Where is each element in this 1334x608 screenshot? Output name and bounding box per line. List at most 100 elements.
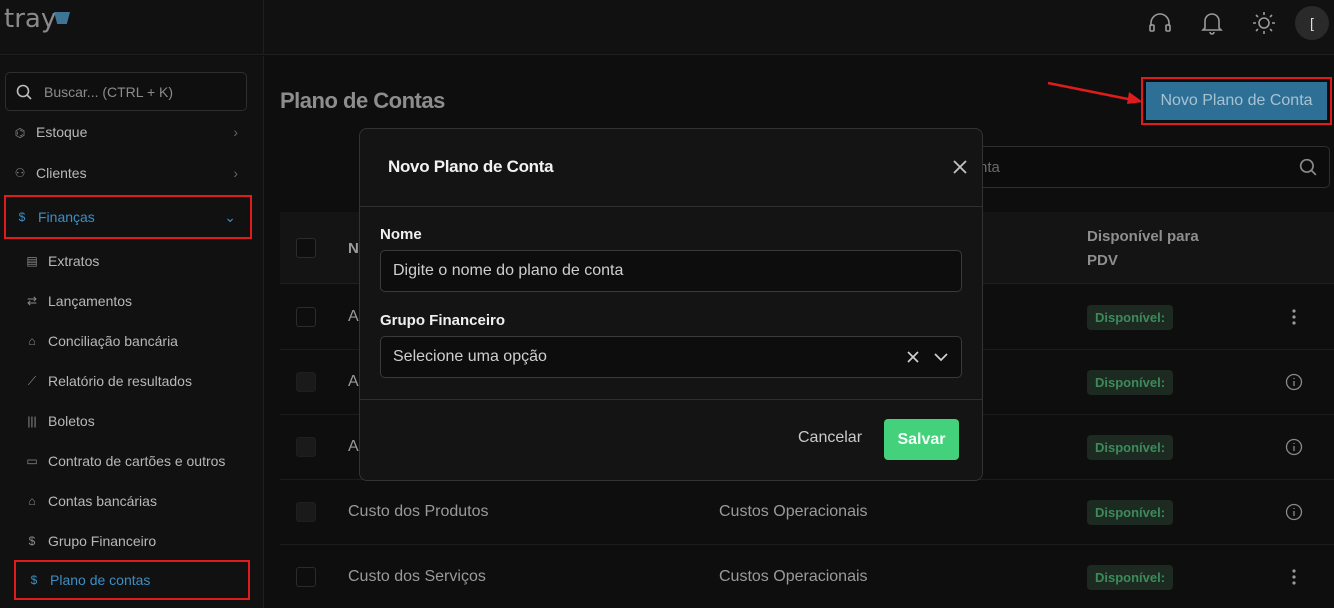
row-group: Custos Operacionais	[719, 503, 868, 520]
sidebar-item-label: Grupo Financeiro	[48, 533, 157, 549]
sidebar-item-label: Contas bancárias	[48, 493, 157, 509]
row-checkbox[interactable]	[296, 307, 316, 327]
row-name: Custo dos Produtos	[348, 503, 489, 520]
modal-divider	[360, 206, 982, 207]
bell-icon[interactable]	[1186, 0, 1238, 45]
modal-divider	[360, 399, 982, 400]
cart-icon	[54, 12, 70, 24]
table-row[interactable]: Custo dos Produtos Custos Operacionais D…	[280, 480, 1334, 545]
sidebar-item-financas[interactable]: $ Finanças ⌄	[4, 195, 252, 239]
sidebar-item-clientes[interactable]: ⚇ Clientes ›	[4, 153, 252, 193]
kebab-menu-icon[interactable]	[1284, 566, 1304, 588]
status-badge: Disponível:	[1087, 500, 1174, 525]
close-icon[interactable]	[952, 159, 968, 175]
card-icon: ▭	[26, 454, 38, 468]
headset-icon[interactable]	[1134, 0, 1186, 45]
name-field-label: Nome	[380, 226, 422, 243]
logo[interactable]: tray	[4, 4, 74, 40]
group-select-placeholder: Selecione uma opção	[393, 348, 547, 365]
table-row[interactable]: Custo dos Serviços Custos Operacionais D…	[280, 545, 1334, 608]
row-checkbox[interactable]	[296, 437, 316, 457]
divider	[263, 0, 264, 55]
name-input[interactable]: Digite o nome do plano de conta	[380, 250, 962, 292]
sidebar-item-label: Contrato de cartões e outros	[48, 453, 226, 469]
row-checkbox[interactable]	[296, 502, 316, 522]
new-plan-button[interactable]: Novo Plano de Conta	[1146, 82, 1327, 120]
sidebar: Buscar... (CTRL + K) ⌬ Estoque › ⚇ Clien…	[0, 56, 264, 608]
sidebar-search-placeholder: Buscar... (CTRL + K)	[44, 83, 174, 100]
receipt-icon: ▤	[26, 254, 38, 268]
info-icon[interactable]	[1284, 371, 1304, 393]
row-checkbox[interactable]	[296, 372, 316, 392]
new-button-highlight: Novo Plano de Conta	[1141, 77, 1332, 125]
row-group: Custos Operacionais	[719, 568, 868, 585]
kebab-menu-icon[interactable]	[1284, 306, 1304, 328]
dollar-icon: $	[30, 573, 38, 587]
sidebar-item-label: Plano de contas	[50, 572, 151, 588]
sidebar-item-label: Clientes	[36, 165, 87, 181]
avatar[interactable]: [	[1295, 5, 1329, 40]
sidebar-item-contrato-cartoes[interactable]: ▭ Contrato de cartões e outros	[24, 441, 225, 481]
sidebar-item-contas-bancarias[interactable]: ⌂ Contas bancárias	[24, 481, 157, 521]
status-badge: Disponível:	[1087, 370, 1174, 395]
status-badge: Disponível:	[1087, 435, 1174, 460]
app: tray [ Buscar... (CTRL + K) ⌬ Estoque › …	[0, 0, 1334, 608]
select-controls	[905, 349, 949, 365]
sidebar-item-label: Relatório de resultados	[48, 373, 192, 389]
sidebar-item-conciliacao[interactable]: ⌂ Conciliação bancária	[24, 321, 178, 361]
modal-title: Novo Plano de Conta	[388, 157, 554, 176]
cancel-button[interactable]: Cancelar	[798, 429, 862, 447]
status-badge: Disponível:	[1087, 565, 1174, 590]
info-icon[interactable]	[1284, 436, 1304, 458]
row-checkbox[interactable]	[296, 567, 316, 587]
info-icon[interactable]	[1284, 501, 1304, 523]
box-icon: ⌬	[14, 126, 26, 140]
chevron-down-icon[interactable]	[933, 349, 949, 365]
sidebar-item-grupo-financeiro[interactable]: $ Grupo Financeiro	[24, 521, 157, 561]
sidebar-search-input[interactable]: Buscar... (CTRL + K)	[5, 72, 247, 111]
select-all-checkbox[interactable]	[296, 238, 316, 258]
top-bar: tray [	[0, 0, 1334, 55]
transfer-icon: ⇄	[26, 294, 38, 308]
bank-icon: ⌂	[28, 494, 36, 508]
column-header-name[interactable]: N	[348, 240, 359, 257]
sidebar-item-plano-de-contas[interactable]: $ Plano de contas	[14, 560, 250, 600]
status-badge: Disponível:	[1087, 305, 1174, 330]
column-header-pdv[interactable]: Disponível para PDV	[1087, 225, 1227, 273]
sidebar-item-label: Lançamentos	[48, 293, 133, 309]
top-actions: [	[1134, 0, 1334, 45]
row-name: Custo dos Serviços	[348, 568, 486, 585]
sun-icon[interactable]	[1238, 0, 1290, 45]
page-title: Plano de Contas	[280, 88, 445, 113]
sidebar-item-label: Boletos	[48, 413, 95, 429]
chart-icon: ⟋	[27, 373, 37, 388]
chevron-down-icon: ⌄	[224, 208, 236, 225]
chevron-right-icon: ›	[233, 124, 238, 140]
barcode-icon: |||	[27, 414, 37, 428]
sidebar-item-label: Finanças	[38, 209, 95, 225]
table-search-input[interactable]: nta	[960, 146, 1330, 188]
search-icon	[16, 84, 32, 100]
group-field-label: Grupo Financeiro	[380, 312, 506, 329]
row-name: A	[348, 438, 359, 455]
users-icon: ⚇	[14, 166, 26, 180]
group-select[interactable]: Selecione uma opção	[380, 336, 962, 378]
logo-text: tray	[4, 4, 57, 34]
name-input-placeholder: Digite o nome do plano de conta	[393, 262, 624, 279]
new-plan-modal: Novo Plano de Conta Nome Digite o nome d…	[359, 128, 983, 481]
sidebar-item-boletos[interactable]: ||| Boletos	[24, 401, 95, 441]
dollar-icon: $	[28, 534, 36, 548]
save-button[interactable]: Salvar	[884, 419, 959, 460]
sidebar-item-extratos[interactable]: ▤ Extratos	[24, 241, 99, 281]
dollar-icon: $	[18, 210, 26, 224]
sidebar-item-estoque[interactable]: ⌬ Estoque ›	[4, 112, 252, 140]
sidebar-item-label: Conciliação bancária	[48, 333, 178, 349]
clear-icon[interactable]	[905, 349, 921, 365]
sidebar-item-label: Estoque	[36, 124, 88, 140]
user-menu[interactable]: [	[1290, 0, 1334, 45]
row-name: A	[348, 308, 359, 325]
search-icon	[1299, 158, 1317, 176]
sidebar-item-relatorio[interactable]: ⟋ Relatório de resultados	[24, 361, 192, 401]
sidebar-item-lancamentos[interactable]: ⇄ Lançamentos	[24, 281, 132, 321]
annotation-arrow	[1047, 81, 1143, 104]
